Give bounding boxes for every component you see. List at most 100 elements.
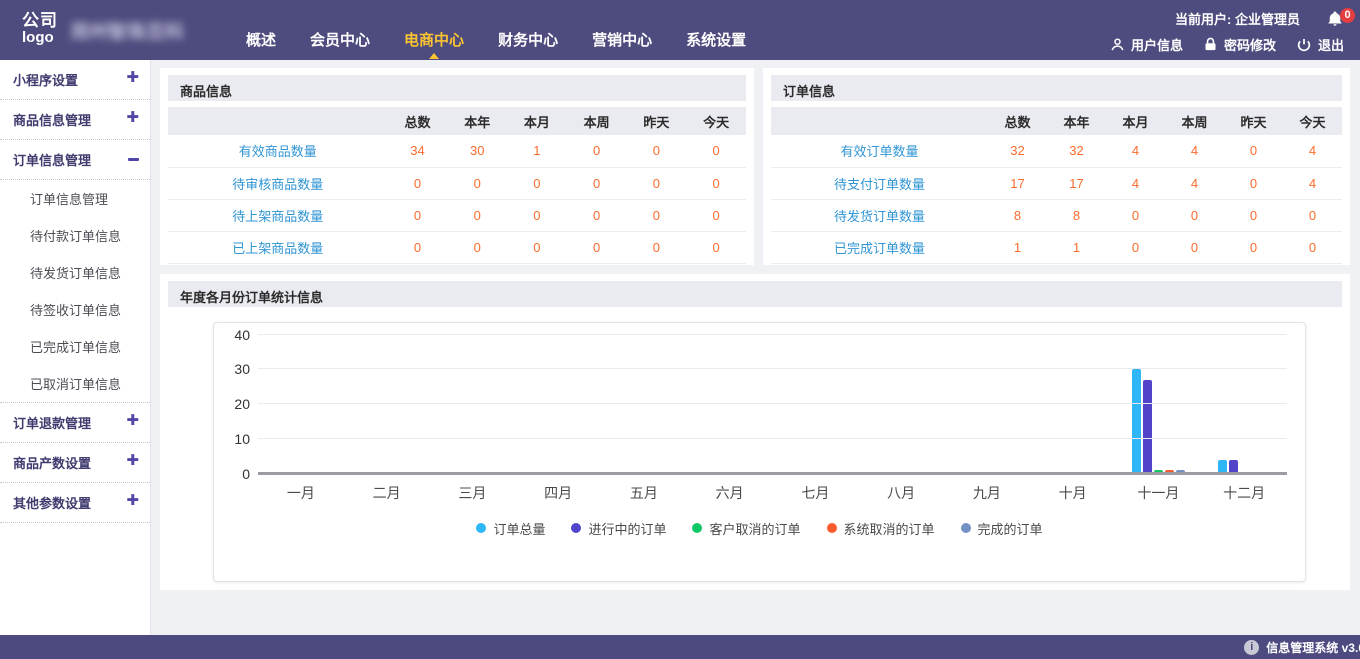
- sidebar-subitem[interactable]: 已完成订单信息: [0, 328, 150, 365]
- expand-plus-icon[interactable]: ✚: [126, 451, 139, 469]
- stats-row: 待支付订单数量17174404: [771, 167, 1342, 199]
- x-axis-tick-label: 七月: [773, 483, 859, 503]
- chart-bars: [258, 335, 1287, 474]
- notification-bell-icon[interactable]: 0: [1326, 10, 1344, 28]
- month-bar-group: [515, 335, 601, 474]
- stat-value: 0: [567, 199, 627, 231]
- legend-item[interactable]: 系统取消的订单: [827, 519, 935, 538]
- row-label-cell: 有效商品数量: [168, 135, 388, 167]
- nav-tab[interactable]: 财务中心: [498, 29, 558, 50]
- stats-row: 已上架商品数量000000: [168, 231, 746, 263]
- sidebar-subitem[interactable]: 待签收订单信息: [0, 291, 150, 328]
- gridline: [258, 403, 1287, 404]
- row-label-cell: 待审核商品数量: [168, 167, 388, 199]
- row-label-link[interactable]: 已上架商品数量: [232, 241, 323, 256]
- legend-item[interactable]: 订单总量: [476, 519, 545, 538]
- column-header: 本月: [1106, 107, 1165, 135]
- row-label-cell: 待支付订单数量: [771, 167, 988, 199]
- user-action-power[interactable]: 退出: [1296, 35, 1344, 54]
- row-label-link[interactable]: 有效商品数量: [239, 144, 317, 159]
- info-icon: i: [1244, 640, 1259, 655]
- nav-tab[interactable]: 概述: [246, 29, 276, 50]
- stat-value: 0: [388, 167, 448, 199]
- legend-item[interactable]: 进行中的订单: [571, 519, 666, 538]
- legend-item[interactable]: 完成的订单: [961, 519, 1043, 538]
- sidebar-item[interactable]: 商品产数设置✚: [0, 443, 150, 483]
- user-action-user[interactable]: 用户信息: [1110, 35, 1183, 54]
- nav-tab[interactable]: 电商中心: [404, 29, 464, 50]
- expand-plus-icon[interactable]: ✚: [126, 411, 139, 429]
- month-bar-group: [944, 335, 1030, 474]
- stat-value: 8: [1047, 199, 1106, 231]
- stat-value: 4: [1165, 167, 1224, 199]
- lock-icon: [1203, 37, 1218, 52]
- column-header: 今天: [1283, 107, 1342, 135]
- sidebar-item[interactable]: 订单信息管理: [0, 140, 150, 180]
- row-label-link[interactable]: 待审核商品数量: [232, 177, 323, 192]
- stat-value: 0: [686, 199, 746, 231]
- stat-value: 34: [388, 135, 448, 167]
- sidebar-subitem[interactable]: 待付款订单信息: [0, 217, 150, 254]
- nav-tab[interactable]: 系统设置: [686, 29, 746, 50]
- stats-row: 待发货订单数量880000: [771, 199, 1342, 231]
- sidebar-subitem[interactable]: 已取消订单信息: [0, 365, 150, 402]
- chart-plot-area: 010203040: [258, 335, 1287, 474]
- stat-value: 17: [988, 167, 1047, 199]
- stat-value: 0: [447, 231, 507, 263]
- expand-plus-icon[interactable]: ✚: [126, 491, 139, 509]
- row-label-link[interactable]: 待支付订单数量: [834, 177, 925, 192]
- sidebar-subgroup: 订单信息管理待付款订单信息待发货订单信息待签收订单信息已完成订单信息已取消订单信…: [0, 180, 150, 403]
- company-logo: 公司 logo: [0, 0, 58, 60]
- expand-plus-icon[interactable]: ✚: [126, 68, 139, 86]
- legend-label: 订单总量: [493, 519, 545, 538]
- header-user-area: 当前用户: 企业管理员 0 用户信息密码修改退出: [1110, 0, 1360, 60]
- stat-value: 4: [1106, 167, 1165, 199]
- x-axis-tick-label: 一月: [258, 483, 344, 503]
- row-label-link[interactable]: 待发货订单数量: [834, 209, 925, 224]
- expand-plus-icon[interactable]: ✚: [126, 108, 139, 126]
- stat-value: 0: [507, 199, 567, 231]
- user-action-label: 密码修改: [1224, 35, 1276, 54]
- column-header: 总数: [388, 107, 448, 135]
- row-label-cell: 已上架商品数量: [168, 231, 388, 263]
- column-header: 本年: [1047, 107, 1106, 135]
- nav-tab[interactable]: 会员中心: [310, 29, 370, 50]
- column-header: 总数: [988, 107, 1047, 135]
- product-table-header: 总数本年本月本周昨天今天: [168, 107, 746, 135]
- stat-value: 8: [988, 199, 1047, 231]
- sidebar-item[interactable]: 商品信息管理✚: [0, 100, 150, 140]
- stat-value: 0: [686, 167, 746, 199]
- stat-value: 0: [1224, 167, 1283, 199]
- stat-value: 0: [1283, 199, 1342, 231]
- chart-legend: 订单总量 进行中的订单 客户取消的订单 系统取消的订单 完成的订单: [214, 519, 1305, 538]
- y-axis-tick-label: 20: [218, 396, 250, 412]
- power-icon: [1296, 37, 1312, 53]
- row-label-link[interactable]: 有效订单数量: [840, 144, 918, 159]
- sidebar-item[interactable]: 小程序设置✚: [0, 60, 150, 100]
- bar-订单总量: [1132, 369, 1141, 473]
- sidebar: 小程序设置✚商品信息管理✚订单信息管理订单信息管理待付款订单信息待发货订单信息待…: [0, 60, 151, 635]
- sidebar-item[interactable]: 其他参数设置✚: [0, 483, 150, 523]
- top-header: 公司 logo 郑州智珠百科 概述会员中心电商中心财务中心营销中心系统设置 当前…: [0, 0, 1360, 60]
- collapse-minus-icon[interactable]: [128, 148, 139, 165]
- notification-count-badge[interactable]: 0: [1340, 8, 1355, 23]
- product-panel-title: 商品信息: [168, 75, 746, 101]
- main-content: 商品信息 总数本年本月本周昨天今天 有效商品数量34301000待审核商品数量0…: [152, 60, 1360, 635]
- stat-value: 0: [1224, 231, 1283, 263]
- order-info-panel: 订单信息 总数本年本月本周昨天今天 有效订单数量32324404待支付订单数量1…: [763, 68, 1350, 265]
- sidebar-subitem[interactable]: 待发货订单信息: [0, 254, 150, 291]
- user-action-label: 用户信息: [1131, 35, 1183, 54]
- column-header: 本周: [567, 107, 627, 135]
- sidebar-subitem[interactable]: 订单信息管理: [0, 180, 150, 217]
- stat-value: 32: [988, 135, 1047, 167]
- stats-row: 待上架商品数量000000: [168, 199, 746, 231]
- sidebar-item[interactable]: 订单退款管理✚: [0, 403, 150, 443]
- month-bar-group: [430, 335, 516, 474]
- nav-tab[interactable]: 营销中心: [592, 29, 652, 50]
- stat-value: 0: [1224, 199, 1283, 231]
- user-action-lock[interactable]: 密码修改: [1203, 35, 1276, 54]
- row-label-link[interactable]: 已完成订单数量: [834, 241, 925, 256]
- legend-item[interactable]: 客户取消的订单: [692, 519, 800, 538]
- row-label-link[interactable]: 待上架商品数量: [232, 209, 323, 224]
- month-bar-group: [258, 335, 344, 474]
